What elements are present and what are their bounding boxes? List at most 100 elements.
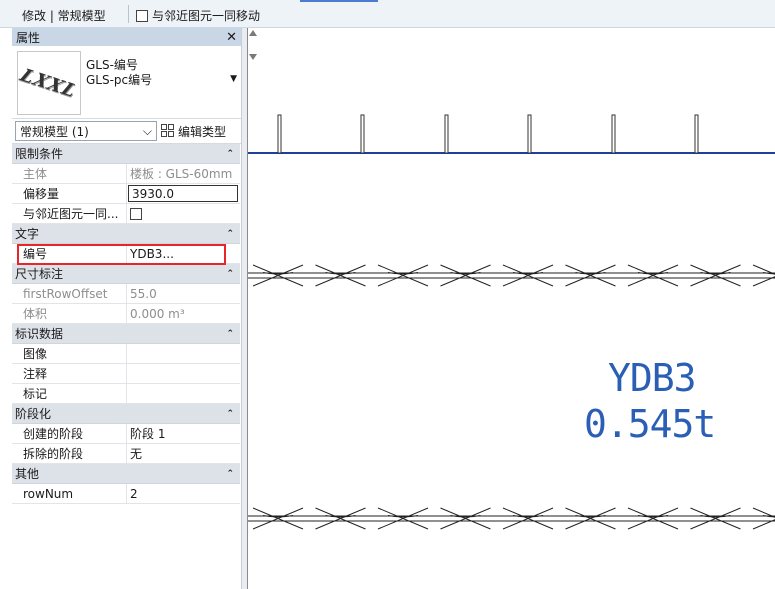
move-with-nearby-option[interactable]: 与邻近图元一同移动 xyxy=(136,7,260,24)
property-value[interactable] xyxy=(127,344,240,363)
type-selector-text: GLS-编号 GLS-pc编号 xyxy=(86,58,152,88)
chevron-down-icon: ⌵ xyxy=(142,123,152,138)
property-value[interactable]: 无 xyxy=(127,444,240,463)
tag-code-text[interactable]: YDB3 xyxy=(608,356,697,400)
collapse-icon[interactable]: ⌃ xyxy=(226,329,234,339)
group-label: 文字 xyxy=(15,227,40,241)
properties-title: 属性 xyxy=(16,30,41,45)
collapse-icon[interactable]: ⌃ xyxy=(226,469,234,479)
tag-weight-text[interactable]: 0.545t xyxy=(584,402,716,446)
property-value xyxy=(127,204,240,223)
edit-type-label: 编辑类型 xyxy=(178,124,227,139)
rebar-tie xyxy=(565,264,616,287)
properties-grid: 限制条件 ⌃ 主体 楼板 : GLS-60mm 偏移量 3930.0 与邻近图元… xyxy=(12,144,240,504)
post-marker xyxy=(360,114,365,154)
drag-grip-icon[interactable] xyxy=(248,28,258,62)
move-with-nearby-checkbox[interactable] xyxy=(136,9,148,22)
rebar-tie xyxy=(752,507,775,530)
rebar-row-lower xyxy=(248,507,775,530)
property-value[interactable]: 阶段 1 xyxy=(127,424,240,443)
collapse-icon[interactable]: ⌃ xyxy=(226,269,234,279)
close-icon[interactable]: ✕ xyxy=(226,30,237,45)
property-row-comments: 注释 xyxy=(12,364,240,384)
group-identity-data[interactable]: 标识数据 ⌃ xyxy=(12,324,240,344)
collapse-icon[interactable]: ⌃ xyxy=(226,149,234,159)
rebar-tie xyxy=(627,507,679,530)
group-other[interactable]: 其他 ⌃ xyxy=(12,464,240,484)
group-dimensions[interactable]: 尺寸标注 ⌃ xyxy=(12,264,240,284)
move-with-nearby-label: 与邻近图元一同移动 xyxy=(152,9,261,23)
type-selector[interactable]: LXXL GLS-编号 GLS-pc编号 ▼ xyxy=(12,46,241,119)
property-value[interactable]: 2 xyxy=(127,484,240,503)
collapse-icon[interactable]: ⌃ xyxy=(226,409,234,419)
rebar-tie xyxy=(690,507,741,530)
edit-type-icon xyxy=(161,124,175,138)
move-with-nearby-property-checkbox[interactable] xyxy=(130,207,142,220)
property-value: 楼板 : GLS-60mm xyxy=(130,167,233,181)
edit-type-button[interactable]: 编辑类型 xyxy=(161,123,226,140)
property-row-first-row-offset: firstRowOffset 55.0 xyxy=(12,284,240,304)
rebar-tie xyxy=(252,507,304,530)
property-key: 创建的阶段 xyxy=(12,424,127,443)
property-key: 标记 xyxy=(12,384,127,403)
rebar-tie xyxy=(315,507,366,530)
rebar-tie xyxy=(752,264,775,287)
drawing-canvas[interactable]: YDB3 0.545t xyxy=(247,28,775,589)
property-key: 编号 xyxy=(12,244,127,263)
property-value: 0.000 m³ xyxy=(130,306,185,321)
thumbnail-text: LXXL xyxy=(17,64,81,102)
instance-filter-select[interactable]: 常规模型 (1) ⌵ xyxy=(15,121,157,141)
drawing-svg xyxy=(248,114,775,530)
property-key: 偏移量 xyxy=(12,184,127,203)
property-row-move-with-nearby: 与邻近图元一同... xyxy=(12,204,240,224)
property-row-mark: 标记 xyxy=(12,384,240,404)
properties-title-bar: 属性 ✕ xyxy=(12,28,241,46)
property-row-offset: 偏移量 3930.0 xyxy=(12,184,240,204)
rebar-row-upper xyxy=(248,264,775,287)
property-key: rowNum xyxy=(12,484,127,503)
group-constraints[interactable]: 限制条件 ⌃ xyxy=(12,144,240,164)
properties-palette: 属性 ✕ LXXL GLS-编号 GLS-pc编号 ▼ 常规模型 (1) ⌵ 编 xyxy=(12,28,242,589)
options-bar: 修改 | 常规模型 与邻近图元一同移动 xyxy=(0,0,775,28)
property-key: 图像 xyxy=(12,344,127,363)
property-value: 55.0 xyxy=(130,286,157,301)
app-window: 修改 | 常规模型 与邻近图元一同移动 属性 ✕ LXXL GLS-编号 GLS… xyxy=(0,0,775,589)
number-value[interactable]: YDB3... xyxy=(127,244,240,263)
group-label: 标识数据 xyxy=(15,327,64,341)
rebar-tie xyxy=(377,264,429,287)
property-key: 注释 xyxy=(12,364,127,383)
rebar-tie xyxy=(440,264,491,287)
group-label: 限制条件 xyxy=(15,147,64,161)
instance-filter-value: 常规模型 (1) xyxy=(20,124,89,139)
group-text[interactable]: 文字 ⌃ xyxy=(12,224,240,244)
context-mode-label: 修改 | 常规模型 xyxy=(22,9,106,23)
post-marker xyxy=(611,114,616,154)
group-phasing[interactable]: 阶段化 ⌃ xyxy=(12,404,240,424)
property-row-host: 主体 楼板 : GLS-60mm xyxy=(12,164,240,184)
post-markers xyxy=(277,114,699,154)
property-row-image: 图像 xyxy=(12,344,240,364)
type-family-name: GLS-编号 xyxy=(86,58,138,72)
offset-input[interactable]: 3930.0 xyxy=(128,185,238,202)
type-dropdown-icon[interactable]: ▼ xyxy=(230,74,237,84)
collapse-icon[interactable]: ⌃ xyxy=(226,229,234,239)
type-thumbnail: LXXL xyxy=(17,51,81,115)
type-name: GLS-pc编号 xyxy=(86,73,153,87)
property-key: 与邻近图元一同... xyxy=(12,204,127,223)
rebar-tie xyxy=(627,264,679,287)
rebar-tie xyxy=(690,264,741,287)
rebar-tie xyxy=(440,507,491,530)
instance-filter-row: 常规模型 (1) ⌵ 编辑类型 xyxy=(12,119,241,144)
property-value[interactable] xyxy=(127,364,240,383)
options-bar-divider xyxy=(128,5,129,23)
group-label: 尺寸标注 xyxy=(15,267,64,281)
group-label: 阶段化 xyxy=(15,407,52,421)
property-key: 主体 xyxy=(12,164,127,183)
group-label: 其他 xyxy=(15,467,40,481)
property-row-rownum: rowNum 2 xyxy=(12,484,240,504)
property-value[interactable] xyxy=(127,384,240,403)
post-marker xyxy=(277,114,282,154)
property-row-volume: 体积 0.000 m³ xyxy=(12,304,240,324)
property-row-phase-created: 创建的阶段 阶段 1 xyxy=(12,424,240,444)
rebar-tie xyxy=(502,507,554,530)
